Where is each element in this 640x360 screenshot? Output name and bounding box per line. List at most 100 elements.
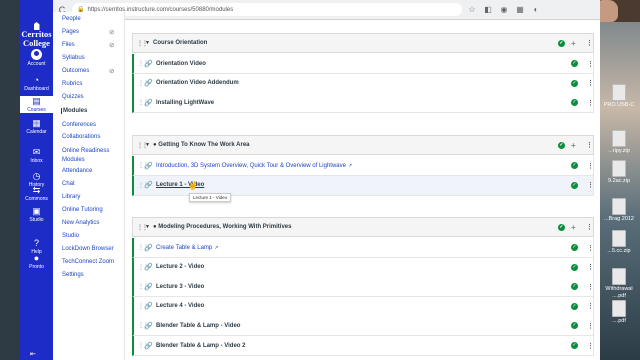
collapse-caret-icon[interactable]: ▼ bbox=[145, 40, 150, 46]
add-item-icon[interactable]: + bbox=[571, 39, 576, 48]
course-nav-pages[interactable]: Pages bbox=[62, 29, 79, 35]
desktop-file[interactable]: ...Brag 2012 bbox=[600, 198, 638, 223]
module-item-title[interactable]: Blender Table & Lamp - Video 2 bbox=[156, 343, 245, 349]
item-menu-icon[interactable]: ⋮ bbox=[587, 162, 594, 170]
desktop-file[interactable]: Withdrawal ....pdf bbox=[600, 268, 638, 300]
module-menu-icon[interactable]: ⋮ bbox=[586, 39, 593, 47]
course-nav-new-analytics[interactable]: New Analytics bbox=[62, 220, 99, 226]
course-nav-collaborations[interactable]: Collaborations bbox=[62, 134, 100, 140]
module-item[interactable]: ⋮⋮ 🔗 Installing LightWave ✓ ⋮ bbox=[132, 93, 594, 114]
global-nav-pronto[interactable]: ● Pronto bbox=[20, 253, 53, 270]
item-menu-icon[interactable]: ⋮ bbox=[587, 60, 594, 68]
extension-icon[interactable]: ◧ bbox=[482, 4, 494, 16]
course-nav-online-readiness[interactable]: Online Readiness bbox=[62, 148, 109, 154]
module-item-title[interactable]: Lecture 3 - Video bbox=[156, 284, 204, 290]
add-item-icon[interactable]: + bbox=[571, 223, 576, 232]
college-logo[interactable]: Cerritos College bbox=[21, 22, 52, 47]
module-item-title[interactable]: Lecture 4 - Video bbox=[156, 303, 204, 309]
global-nav-calendar[interactable]: ▦ Calendar bbox=[20, 118, 53, 135]
module-item[interactable]: ⋮⋮ 🔗 Lecture 4 - Video ✓ ⋮ bbox=[132, 296, 594, 317]
extension-icon-4[interactable]: ◐ bbox=[530, 4, 542, 16]
item-menu-icon[interactable]: ⋮ bbox=[587, 244, 594, 252]
item-menu-icon[interactable]: ⋮ bbox=[587, 322, 594, 330]
item-menu-icon[interactable]: ⋮ bbox=[587, 342, 594, 350]
course-nav-conferences[interactable]: Conferences bbox=[62, 122, 96, 128]
course-nav-quizzes[interactable]: Quizzes bbox=[62, 94, 84, 100]
module-item[interactable]: ⋮⋮ 🔗 Blender Table & Lamp - Video 2 ✓ ⋮ bbox=[132, 336, 594, 356]
module-item[interactable]: ⋮⋮ 🔗 Create Table & Lamp ↗ ✓ ⋮ bbox=[132, 238, 594, 258]
item-menu-icon[interactable]: ⋮ bbox=[587, 99, 594, 107]
module-item-title[interactable]: Lecture 2 - Video bbox=[156, 264, 204, 270]
module-item-title[interactable]: Orientation Video bbox=[156, 61, 206, 67]
module-item-title[interactable]: Create Table & Lamp ↗ bbox=[156, 245, 218, 251]
extension-icon-3[interactable]: ▦ bbox=[514, 4, 526, 16]
course-nav-lockdown-browser[interactable]: LockDown Browser bbox=[62, 246, 114, 252]
add-item-icon[interactable]: + bbox=[571, 141, 576, 150]
published-check-icon[interactable]: ✓ bbox=[571, 181, 578, 189]
course-nav-outcomes[interactable]: Outcomes bbox=[62, 68, 89, 74]
module-item-title[interactable]: Introduction, 3D System Overview, Quick … bbox=[156, 163, 352, 169]
global-nav-account[interactable]: Account bbox=[20, 49, 53, 67]
module-header[interactable]: ⋮⋮ ▼ ● Modeling Procedures, Working With P… bbox=[132, 217, 594, 237]
published-check-icon[interactable]: ✓ bbox=[571, 99, 578, 107]
course-nav-settings[interactable]: Settings bbox=[62, 272, 84, 278]
published-check-icon[interactable]: ✓ bbox=[558, 141, 565, 149]
published-check-icon[interactable]: ✓ bbox=[571, 283, 578, 291]
module-item[interactable]: ⋮⋮ 🔗 Introduction, 3D System Overview, Qui… bbox=[132, 156, 594, 176]
module-item[interactable]: ⋮⋮ 🔗 Lecture 3 - Video ✓ ⋮ bbox=[132, 277, 594, 298]
item-menu-icon[interactable]: ⋮ bbox=[587, 263, 594, 271]
course-nav-chat[interactable]: Chat bbox=[62, 181, 75, 187]
course-nav-people[interactable]: People bbox=[62, 16, 81, 22]
global-nav-dashboard[interactable]: ◔ Dashboard bbox=[20, 75, 53, 92]
collapse-caret-icon[interactable]: ▼ bbox=[145, 224, 150, 230]
course-nav-attendance[interactable]: Attendance bbox=[62, 168, 92, 174]
global-nav-commons[interactable]: ⇆ Commons bbox=[20, 185, 53, 202]
item-menu-icon[interactable]: ⋮ bbox=[587, 181, 594, 189]
course-nav-modules[interactable]: Modules bbox=[61, 108, 87, 114]
desktop-file[interactable]: PRO USB-C bbox=[600, 84, 638, 109]
published-check-icon[interactable]: ✓ bbox=[571, 79, 578, 87]
published-check-icon[interactable]: ✓ bbox=[571, 342, 578, 349]
item-menu-icon[interactable]: ⋮ bbox=[587, 283, 594, 291]
module-header[interactable]: ⋮⋮ ▼ Course Orientation ✓ + ⋮ bbox=[132, 33, 594, 53]
desktop-file[interactable]: 9.2ac.zip bbox=[600, 160, 638, 185]
course-nav-online-tutoring[interactable]: Online Tutoring bbox=[62, 207, 103, 213]
published-check-icon[interactable]: ✓ bbox=[558, 39, 565, 47]
extension-icon-2[interactable]: ◉ bbox=[498, 4, 510, 16]
desktop-file[interactable]: ...ripy.zip bbox=[600, 130, 638, 155]
module-item[interactable]: ⋮⋮ 🔗 Orientation Video ✓ ⋮ bbox=[132, 54, 594, 74]
global-nav-studio[interactable]: ▣ Studio bbox=[20, 206, 53, 223]
module-item[interactable]: ⋮⋮ 🔗 Lecture 2 - Video ✓ ⋮ bbox=[132, 257, 594, 278]
module-menu-icon[interactable]: ⋮ bbox=[586, 141, 593, 149]
published-check-icon[interactable]: ✓ bbox=[571, 162, 578, 169]
global-nav-inbox[interactable]: ✉ Inbox bbox=[20, 147, 53, 164]
desktop-file[interactable]: ...5.cc.zip bbox=[600, 230, 638, 255]
item-menu-icon[interactable]: ⋮ bbox=[587, 302, 594, 310]
course-nav-techconnect-zoom[interactable]: TechConnect Zoom bbox=[62, 259, 114, 265]
module-item[interactable]: ⋮⋮ 🔗 Orientation Video Addendum ✓ ⋮ bbox=[132, 73, 594, 94]
module-header[interactable]: ⋮⋮ ▼ ● Getting To Know The Work Area ✓ + ⋮ bbox=[132, 135, 594, 155]
published-check-icon[interactable]: ✓ bbox=[571, 302, 578, 310]
published-check-icon[interactable]: ✓ bbox=[558, 223, 565, 231]
item-menu-icon[interactable]: ⋮ bbox=[587, 79, 594, 87]
course-nav-syllabus[interactable]: Syllabus bbox=[62, 55, 85, 61]
course-nav-studio[interactable]: Studio bbox=[62, 233, 79, 239]
collapse-caret-icon[interactable]: ▼ bbox=[145, 142, 150, 148]
module-item-title[interactable]: Installing LightWave bbox=[156, 100, 214, 106]
module-item-title[interactable]: Orientation Video Addendum bbox=[156, 80, 239, 86]
global-nav-courses[interactable]: ▤ Courses bbox=[20, 96, 53, 113]
collapse-nav-icon[interactable]: ⇤ bbox=[30, 350, 36, 358]
course-nav-files[interactable]: Files bbox=[62, 42, 75, 48]
published-check-icon[interactable]: ✓ bbox=[571, 60, 578, 67]
published-check-icon[interactable]: ✓ bbox=[571, 263, 578, 271]
published-check-icon[interactable]: ✓ bbox=[571, 322, 578, 330]
course-nav-library[interactable]: Library bbox=[62, 194, 80, 200]
address-bar[interactable]: 🔒 https://cerritos.instructure.com/cours… bbox=[72, 3, 462, 16]
published-check-icon[interactable]: ✓ bbox=[571, 244, 578, 251]
module-item[interactable]: ⋮⋮ 🔗 Blender Table & Lamp - Video ✓ ⋮ bbox=[132, 316, 594, 337]
star-icon[interactable]: ☆ bbox=[466, 4, 478, 16]
course-nav-rubrics[interactable]: Rubrics bbox=[62, 81, 82, 87]
course-nav-modules[interactable]: Modules bbox=[62, 157, 85, 163]
module-menu-icon[interactable]: ⋮ bbox=[586, 223, 593, 231]
module-item-title[interactable]: Blender Table & Lamp - Video bbox=[156, 323, 240, 329]
